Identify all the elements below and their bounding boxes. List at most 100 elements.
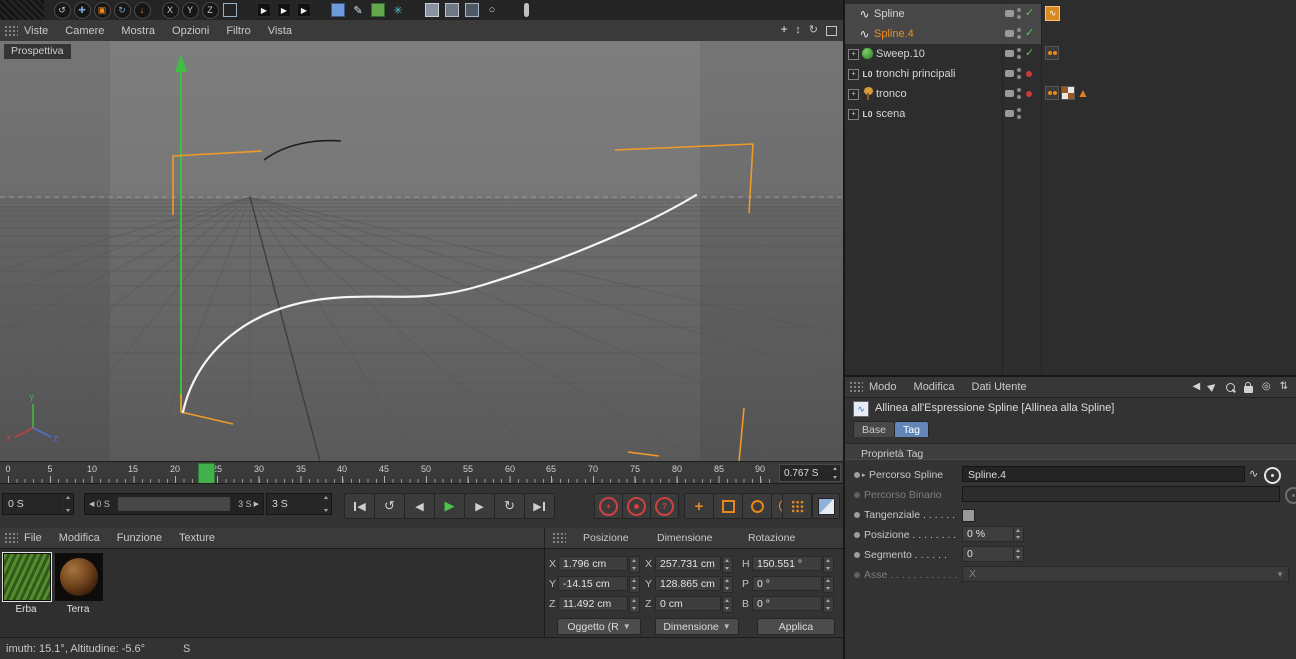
menu-opzioni[interactable]: Opzioni: [172, 25, 209, 37]
layer-chip[interactable]: [1005, 110, 1014, 117]
spline-path-field[interactable]: Spline.4: [962, 466, 1245, 482]
dim-z-stepper[interactable]: [722, 596, 733, 613]
layer-chip[interactable]: [1005, 70, 1014, 77]
object-name[interactable]: Spline: [874, 4, 905, 24]
keyable-dot-icon[interactable]: [854, 472, 860, 478]
move-tool-icon[interactable]: ✚: [73, 1, 91, 19]
layer-chip[interactable]: [1005, 30, 1014, 37]
current-time-field[interactable]: 0.767 S: [779, 464, 841, 482]
expand-icon[interactable]: +: [848, 69, 859, 80]
pos-z-field[interactable]: 11.492 cm: [558, 596, 628, 611]
phong-tag-icon[interactable]: [1045, 86, 1059, 100]
warning-tag-icon[interactable]: ▲: [1077, 86, 1089, 100]
time-end-field[interactable]: 3 S: [266, 493, 332, 515]
position-stepper[interactable]: [1013, 527, 1023, 541]
time-start-field[interactable]: 0 S: [2, 493, 74, 515]
render-settings-icon[interactable]: ▶: [295, 2, 313, 18]
material-thumbnail-terra[interactable]: [55, 553, 103, 601]
pos-y-field[interactable]: -14.15 cm: [558, 576, 628, 591]
rot-b-field[interactable]: 0 °: [752, 596, 822, 611]
align-to-spline-tag-icon[interactable]: ∿: [1045, 6, 1060, 21]
last-used-tool-icon[interactable]: ↓: [133, 1, 151, 19]
render-visibility-dot[interactable]: [1017, 95, 1021, 99]
editor-visibility-dot[interactable]: [1017, 28, 1021, 32]
segment-stepper[interactable]: [1013, 547, 1023, 561]
expand-arrow-icon[interactable]: ▸: [862, 471, 866, 479]
layer-chip[interactable]: [1005, 90, 1014, 97]
loop-button[interactable]: ↻: [494, 493, 525, 519]
position-spinner[interactable]: 0 %: [962, 526, 1024, 542]
history-back-icon[interactable]: ◀: [1192, 382, 1200, 392]
rot-p-stepper[interactable]: [823, 576, 834, 593]
time-start-stepper[interactable]: [63, 494, 73, 514]
prev-frame-button[interactable]: ◀: [404, 493, 435, 519]
apply-button[interactable]: Applica: [757, 618, 835, 635]
object-row-scena[interactable]: + L0 scena: [845, 104, 1296, 124]
time-end-stepper[interactable]: [321, 494, 331, 514]
range-end-cap[interactable]: 3 S ▶: [238, 494, 259, 514]
rotation-key-button[interactable]: [742, 493, 772, 519]
range-track[interactable]: [118, 497, 230, 511]
enabled-check-icon[interactable]: ✓: [1025, 46, 1034, 59]
render-view-icon[interactable]: ▶: [255, 2, 273, 18]
display-filter-icon[interactable]: [463, 2, 481, 18]
pos-x-stepper[interactable]: [629, 556, 640, 573]
rotate-view-icon[interactable]: ↻: [809, 25, 818, 36]
position-key-button[interactable]: +: [684, 493, 714, 519]
expand-icon[interactable]: +: [848, 109, 859, 120]
lock-x-axis-icon[interactable]: X: [161, 1, 179, 19]
spline-link-icon[interactable]: ∿: [1249, 468, 1258, 480]
point-level-key-button[interactable]: [782, 493, 812, 519]
editor-visibility-dot[interactable]: [1017, 68, 1021, 72]
play-button[interactable]: ▶: [434, 493, 465, 519]
tab-base[interactable]: Base: [853, 421, 895, 437]
object-mode-dropdown[interactable]: Oggetto (R ▼: [557, 618, 641, 635]
updown-icon[interactable]: ⇅: [1280, 382, 1288, 392]
object-name[interactable]: Sweep.10: [876, 44, 925, 64]
scale-tool-icon[interactable]: ▣: [93, 1, 111, 19]
keyable-dot-icon[interactable]: [854, 552, 860, 558]
object-row-tronchi-principali[interactable]: + L0 tronchi principali: [845, 64, 1296, 84]
pos-y-stepper[interactable]: [629, 576, 640, 593]
menu-modifica[interactable]: Modifica: [914, 381, 955, 393]
search-icon[interactable]: [1225, 382, 1235, 392]
rot-h-stepper[interactable]: [823, 556, 834, 573]
object-row-tronco[interactable]: + tronco ▲: [845, 84, 1296, 104]
primitive-cube-icon[interactable]: [369, 2, 387, 18]
layer-chip[interactable]: [1005, 10, 1014, 17]
record-keyframe-button[interactable]: +: [594, 493, 623, 519]
dimension-mode-dropdown[interactable]: Dimensione ▼: [655, 618, 739, 635]
light-icon[interactable]: ○: [483, 2, 501, 18]
timeline-ruler[interactable]: 0 5 10 15 20 25 30 35 40 45 50 55 60 65 …: [0, 461, 843, 484]
undo-icon[interactable]: ↺: [53, 1, 71, 19]
viewport-canvas[interactable]: Y X Z Prospettiva: [0, 41, 1296, 463]
dim-x-stepper[interactable]: [722, 556, 733, 573]
pos-z-stepper[interactable]: [629, 596, 640, 613]
pick-object-icon[interactable]: [1285, 487, 1296, 504]
render-visibility-dot[interactable]: [1017, 15, 1021, 19]
phong-tag-icon[interactable]: [1045, 46, 1059, 60]
rotate-tool-icon[interactable]: ↻: [113, 1, 131, 19]
panel-grip-icon[interactable]: [4, 532, 18, 544]
play-reverse-button[interactable]: ↺: [374, 493, 405, 519]
tree-object-icon[interactable]: [860, 86, 875, 101]
dolly-view-icon[interactable]: ↕: [795, 25, 801, 36]
dim-x-field[interactable]: 257.731 cm: [655, 556, 721, 571]
spline-object-icon[interactable]: ∿: [857, 6, 872, 21]
particles-icon[interactable]: ✳: [389, 2, 407, 18]
lock-icon[interactable]: [1243, 381, 1253, 393]
panel-grip-icon[interactable]: [4, 24, 18, 37]
keyframe-help-button[interactable]: ?: [650, 493, 679, 519]
dim-y-stepper[interactable]: [722, 576, 733, 593]
menu-mostra[interactable]: Mostra: [121, 25, 155, 37]
material-name[interactable]: Terra: [55, 604, 101, 615]
target-icon[interactable]: ◎: [1262, 382, 1271, 392]
render-visibility-dot[interactable]: [1017, 75, 1021, 79]
texture-tag-icon[interactable]: [1061, 86, 1075, 100]
object-name[interactable]: Spline.4: [874, 24, 914, 44]
render-visibility-dot[interactable]: [1017, 115, 1021, 119]
keyable-dot-icon[interactable]: [854, 532, 860, 538]
menu-funzione[interactable]: Funzione: [117, 532, 162, 544]
panel-grip-icon[interactable]: [552, 532, 566, 544]
editor-visibility-dot[interactable]: [1017, 48, 1021, 52]
